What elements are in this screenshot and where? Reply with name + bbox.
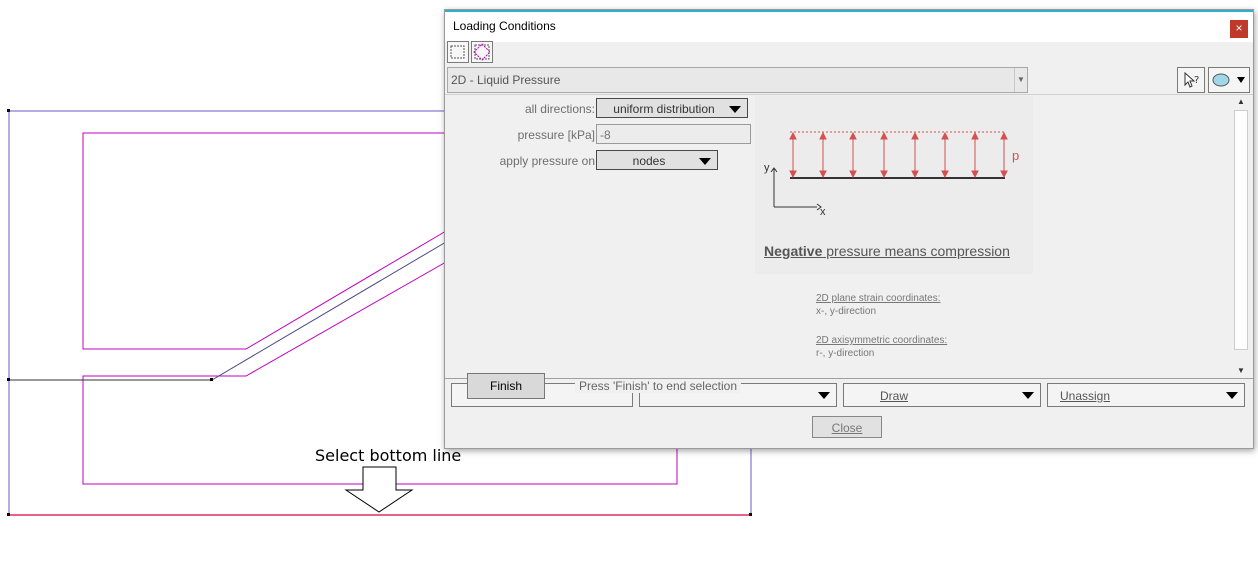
scroll-up-icon[interactable]: ▲ xyxy=(1237,97,1245,106)
help-pointer-icon[interactable]: ? xyxy=(1177,67,1205,93)
finish-message: Press 'Finish' to end selection xyxy=(575,379,741,393)
distribution-value: uniform distribution xyxy=(613,102,715,116)
caption-bold: Negative xyxy=(764,243,823,259)
p-label: p xyxy=(1012,148,1020,163)
all-directions-label: all directions: xyxy=(524,102,595,116)
svg-text:?: ? xyxy=(1194,75,1199,86)
axisymmetric-body: r-, y-direction xyxy=(816,348,875,359)
node[interactable] xyxy=(7,109,10,112)
chevron-down-icon xyxy=(729,106,741,113)
node[interactable] xyxy=(7,378,10,381)
chevron-down-icon xyxy=(1226,392,1238,399)
instruction-label: Select bottom line xyxy=(315,446,462,465)
diamond-select-icon[interactable] xyxy=(471,41,493,63)
node[interactable] xyxy=(210,378,213,381)
plane-strain-body: x-, y-direction xyxy=(816,306,877,317)
close-icon[interactable]: × xyxy=(1230,20,1248,38)
chevron-down-icon: ▼ xyxy=(1014,68,1027,92)
upper-region[interactable] xyxy=(82,132,447,350)
unassign-label: Unassign xyxy=(1060,389,1111,403)
node[interactable] xyxy=(749,513,752,516)
pressure-figure: p y x Negative pressure means compressio… xyxy=(755,96,1033,274)
close-button-label: Close xyxy=(831,421,863,435)
scroll-thumb[interactable] xyxy=(1234,110,1248,350)
title-bar[interactable]: Loading Conditions × xyxy=(445,10,1253,42)
load-type-select[interactable]: 2D - Liquid Pressure ▼ xyxy=(447,67,1028,93)
chevron-down-icon xyxy=(699,158,711,165)
draw-label: Draw xyxy=(880,389,909,403)
chevron-down-icon xyxy=(818,392,830,399)
x-axis-label: x xyxy=(820,206,826,218)
vertical-scrollbar[interactable]: ▲ ▼ xyxy=(1233,96,1249,378)
distribution-select[interactable]: uniform distribution xyxy=(596,98,748,118)
plane-strain-title: 2D plane strain coordinates: xyxy=(816,293,941,304)
render-3d-icon[interactable] xyxy=(1208,67,1250,93)
close-button[interactable]: Close xyxy=(812,416,882,438)
scroll-down-icon[interactable]: ▼ xyxy=(1237,366,1245,375)
finish-button[interactable]: Finish xyxy=(467,373,545,399)
node[interactable] xyxy=(7,513,10,516)
draw-select[interactable]: Draw xyxy=(843,383,1041,407)
plane-strain-note: 2D plane strain coordinates: x-, y-direc… xyxy=(816,292,941,318)
chevron-down-icon xyxy=(1022,392,1034,399)
load-type-value: 2D - Liquid Pressure xyxy=(451,73,561,87)
y-axis-label: y xyxy=(764,162,770,174)
apply-on-value: nodes xyxy=(632,154,666,168)
unassign-select[interactable]: Unassign xyxy=(1047,383,1245,407)
rect-select-icon[interactable] xyxy=(447,41,469,63)
diagonal-line-1[interactable] xyxy=(211,241,447,381)
axisymmetric-note: 2D axisymmetric coordinates: r-, y-direc… xyxy=(816,334,947,360)
dialog-title: Loading Conditions xyxy=(453,19,556,33)
pressure-label: pressure [kPa] xyxy=(517,128,595,142)
loading-conditions-dialog: Loading Conditions × 2D - Liquid Pressur… xyxy=(444,9,1254,449)
caption-rest: pressure means compression xyxy=(822,243,1010,259)
apply-pressure-label: apply pressure on xyxy=(499,154,595,168)
down-arrow-icon xyxy=(344,466,414,513)
pressure-input[interactable]: -8 xyxy=(596,124,751,144)
figure-caption: Negative pressure means compression xyxy=(764,243,1010,259)
apply-on-select[interactable]: nodes xyxy=(596,150,718,170)
axisymmetric-title: 2D axisymmetric coordinates: xyxy=(816,335,948,346)
